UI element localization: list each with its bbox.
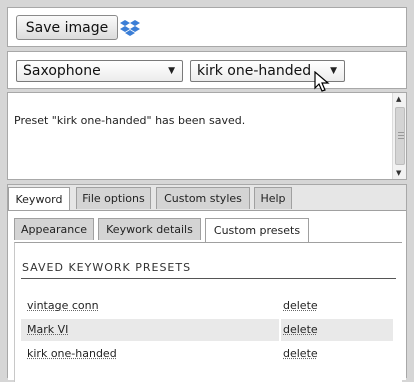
preset-name-link[interactable]: kirk one-handed [27, 347, 117, 360]
scrollbar-thumb[interactable] [395, 107, 405, 165]
delete-link[interactable]: delete [283, 299, 318, 312]
message-scrollbar[interactable]: ▲ ▼ [392, 93, 406, 179]
preset-row: Mark VI delete [21, 319, 393, 341]
subtab-custom-presets[interactable]: Custom presets [205, 218, 309, 242]
dropbox-icon[interactable] [120, 19, 140, 37]
subtab-appearance[interactable]: Appearance [14, 218, 94, 240]
section-divider [21, 278, 396, 279]
delete-link[interactable]: delete [283, 323, 318, 336]
preset-name-link[interactable]: Mark VI [27, 323, 68, 336]
tab-help[interactable]: Help [254, 187, 292, 209]
chevron-down-icon: ▼ [330, 66, 337, 76]
message-box[interactable]: Preset "kirk one-handed" has been saved.… [7, 92, 407, 180]
selector-panel: Saxophone ▼ kirk one-handed ▼ [7, 51, 407, 92]
mouse-cursor-icon [314, 71, 330, 92]
save-image-button[interactable]: Save image [16, 15, 118, 40]
status-message: Preset "kirk one-handed" has been saved. [14, 114, 246, 127]
chevron-down-icon: ▼ [168, 66, 175, 76]
instrument-select-value: Saxophone [23, 63, 101, 79]
tab-custom-styles[interactable]: Custom styles [156, 187, 250, 209]
preset-name-link[interactable]: vintage conn [27, 299, 99, 312]
section-title: SAVED KEYWORK PRESETS [22, 261, 192, 274]
keyword-tab-body: Appearance Keywork details Custom preset… [8, 210, 406, 382]
subtab-keywork-details[interactable]: Keywork details [98, 218, 201, 240]
tab-file-options[interactable]: File options [76, 187, 151, 209]
delete-link[interactable]: delete [283, 347, 318, 360]
preset-select-value: kirk one-handed [197, 63, 312, 79]
scroll-up-icon[interactable]: ▲ [396, 95, 401, 103]
instrument-select[interactable]: Saxophone ▼ [16, 60, 183, 82]
preset-row: vintage conn delete [21, 295, 393, 317]
tabs-panel: Keyword File options Custom styles Help … [7, 184, 407, 382]
preset-row: kirk one-handed delete [21, 343, 393, 365]
tab-keyword[interactable]: Keyword [8, 187, 70, 211]
row-divider [279, 319, 281, 341]
scroll-down-icon[interactable]: ▼ [396, 169, 401, 177]
toolbar-panel: Save image [7, 7, 407, 47]
custom-presets-body: SAVED KEYWORK PRESETS vintage conn delet… [14, 242, 402, 382]
